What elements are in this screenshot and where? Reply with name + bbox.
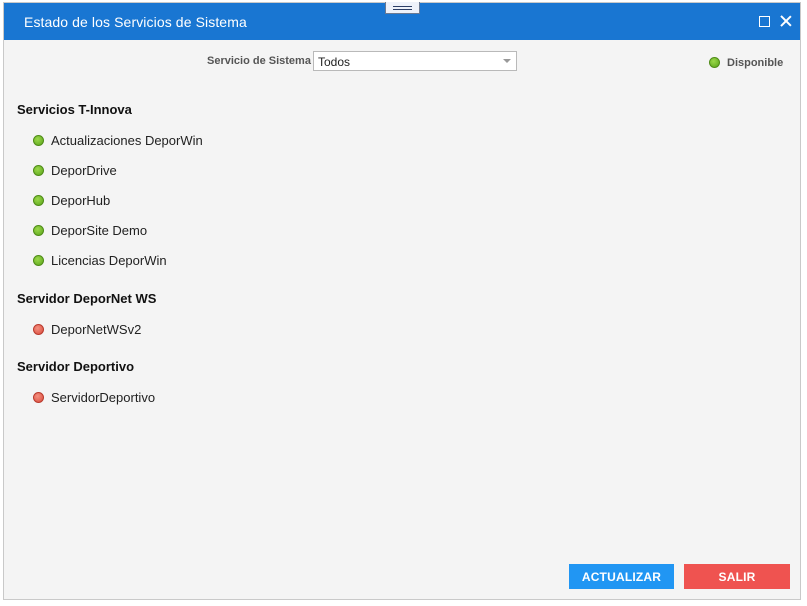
service-name: Actualizaciones DeporWin [51,132,203,148]
service-name: ServidorDeportivo [51,389,156,405]
status-green-icon [33,254,44,266]
drag-grip-icon[interactable] [385,2,420,14]
services-status-window: Estado de los Servicios de Sistema Servi… [3,2,801,600]
available-status-icon [709,57,720,68]
close-icon [780,15,792,27]
service-item: DeporNetWSv2 [33,321,141,337]
maximize-button[interactable] [755,12,773,30]
group-title: Servidor Deportivo [17,359,135,374]
service-item: DeporDrive [33,162,117,178]
service-filter-select[interactable]: Todos [313,51,517,71]
service-name: DeporNetWSv2 [51,321,142,337]
service-name: DeporHub [51,192,111,208]
maximize-icon [758,15,770,27]
service-name: Licencias DeporWin [51,252,167,268]
group-title: Servicios T-Innova [17,102,132,117]
service-item: DeporSite Demo [33,222,147,238]
status-green-icon [33,164,44,176]
available-legend-label: Disponible [727,57,784,69]
exit-button[interactable]: SALIR [684,564,790,589]
service-filter-value: Todos [318,55,351,69]
status-green-icon [33,134,44,146]
chevron-down-icon [503,59,511,63]
service-name: DeporDrive [51,162,117,178]
service-item: ServidorDeportivo [33,389,155,405]
service-item: Licencias DeporWin [33,252,167,268]
title-bar[interactable]: Estado de los Servicios de Sistema [4,2,800,40]
service-name: DeporSite Demo [51,222,148,238]
status-green-icon [33,194,44,206]
service-item: Actualizaciones DeporWin [33,132,203,148]
status-green-icon [33,224,44,236]
status-red-icon [33,323,44,335]
status-red-icon [33,391,44,403]
service-filter-label: Servicio de Sistema [207,55,311,67]
service-item: DeporHub [33,192,110,208]
refresh-button[interactable]: ACTUALIZAR [569,564,674,589]
close-button[interactable] [777,12,795,30]
window-title: Estado de los Servicios de Sistema [24,14,247,30]
group-title: Servidor DeporNet WS [17,291,157,306]
